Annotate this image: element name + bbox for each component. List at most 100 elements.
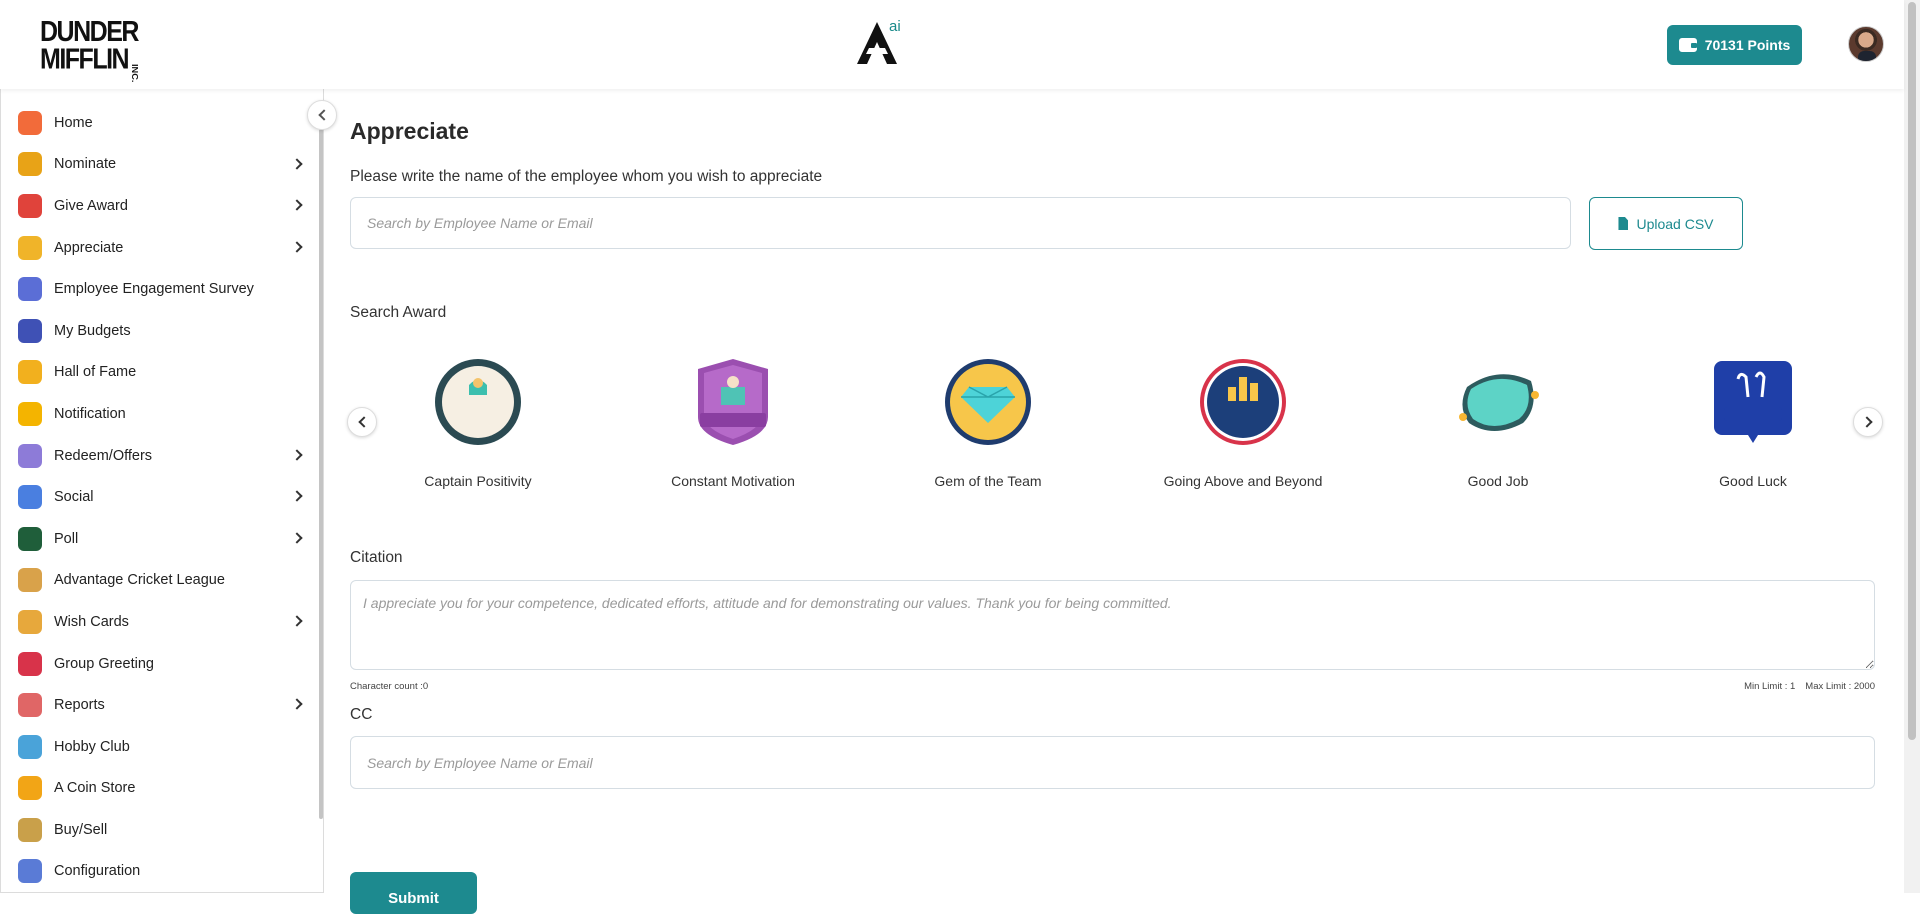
chevron-right-icon bbox=[291, 449, 303, 461]
chevron-right-icon bbox=[291, 698, 303, 710]
envelope-icon bbox=[18, 651, 42, 676]
award-name: Good Luck bbox=[1719, 473, 1787, 489]
award-name: Captain Positivity bbox=[424, 473, 532, 489]
wallet-icon bbox=[18, 318, 42, 343]
brand-ai-text: ai bbox=[889, 18, 901, 35]
award-constant-motivation[interactable]: Constant Motivation bbox=[633, 357, 833, 489]
points-label: 70131 Points bbox=[1704, 37, 1791, 53]
citation-limits: Min Limit : 1 Max Limit : 2000 bbox=[1744, 681, 1875, 692]
sidebar-item-employee-engagement-survey[interactable]: Employee Engagement Survey bbox=[1, 268, 321, 310]
upload-csv-button[interactable]: Upload CSV bbox=[1589, 197, 1743, 250]
sidebar-item-label: My Budgets bbox=[54, 322, 131, 339]
award-carousel: Captain Positivity Constant Motivation G… bbox=[347, 357, 1883, 507]
sidebar-item-reports[interactable]: Reports bbox=[1, 684, 321, 726]
sidebar-item-label: Appreciate bbox=[54, 239, 124, 256]
gem-badge-icon bbox=[945, 359, 1031, 445]
award-name: Going Above and Beyond bbox=[1163, 473, 1323, 489]
award-name: Constant Motivation bbox=[671, 473, 795, 489]
config-icon bbox=[18, 859, 42, 884]
sidebar-item-hall-of-fame[interactable]: Hall of Fame bbox=[1, 352, 321, 394]
top-bar: DUNDER MIFFLIN INC. ai 70131 Points bbox=[0, 0, 1904, 89]
carousel-next-button[interactable] bbox=[1853, 407, 1883, 437]
character-count: Character count :0 bbox=[350, 681, 429, 692]
chevron-left-icon bbox=[317, 109, 330, 121]
main-content: Appreciate Please write the name of the … bbox=[347, 89, 1883, 914]
file-icon bbox=[1618, 217, 1629, 230]
sidebar-scrollbar[interactable] bbox=[319, 129, 323, 819]
sidebar-item-advantage-cricket-league[interactable]: Advantage Cricket League bbox=[1, 560, 321, 602]
page-scrollbar-thumb[interactable] bbox=[1908, 2, 1916, 740]
company-logo[interactable]: DUNDER MIFFLIN INC. bbox=[40, 17, 139, 82]
sidebar-item-label: Group Greeting bbox=[54, 655, 154, 672]
sidebar-item-label: Give Award bbox=[54, 197, 128, 214]
carousel-prev-button[interactable] bbox=[347, 407, 377, 437]
page-scrollbar[interactable] bbox=[1904, 0, 1920, 893]
sidebar-item-notification[interactable]: Notification bbox=[1, 393, 321, 435]
citation-textarea[interactable] bbox=[350, 580, 1875, 670]
sidebar-item-nominate[interactable]: Nominate bbox=[1, 144, 321, 186]
collapse-sidebar-button[interactable] bbox=[307, 100, 337, 130]
sidebar-item-label: Social bbox=[54, 489, 94, 506]
award-good-luck[interactable]: Good Luck bbox=[1653, 357, 1853, 489]
sidebar-item-label: Buy/Sell bbox=[54, 821, 108, 838]
submit-button[interactable]: Submit bbox=[350, 872, 477, 914]
sidebar-item-redeem-offers[interactable]: Redeem/Offers bbox=[1, 435, 321, 477]
sidebar-item-hobby-club[interactable]: Hobby Club bbox=[1, 726, 321, 768]
sidebar-item-configuration[interactable]: Configuration bbox=[1, 851, 321, 892]
points-button[interactable]: 70131 Points bbox=[1667, 25, 1802, 65]
page-title: Appreciate bbox=[350, 118, 469, 144]
constant-motivation-badge-icon bbox=[698, 359, 768, 445]
award-going-above-and-beyond[interactable]: Going Above and Beyond bbox=[1143, 357, 1343, 489]
award-good-job[interactable]: Good Job bbox=[1398, 357, 1598, 489]
sidebar-item-social[interactable]: Social bbox=[1, 476, 321, 518]
above-beyond-badge-icon bbox=[1200, 359, 1286, 445]
sidebar-item-label: Notification bbox=[54, 405, 126, 422]
sidebar-item-appreciate[interactable]: Appreciate bbox=[1, 227, 321, 269]
sidebar-item-give-award[interactable]: Give Award bbox=[1, 185, 321, 227]
award-gem-of-the-team[interactable]: Gem of the Team bbox=[888, 357, 1088, 489]
sidebar-item-label: Home bbox=[54, 114, 93, 131]
sidebar-item-wish-cards[interactable]: Wish Cards bbox=[1, 601, 321, 643]
sidebar-item-label: Reports bbox=[54, 697, 105, 714]
upload-csv-label: Upload CSV bbox=[1636, 215, 1714, 232]
good-job-badge-icon bbox=[1459, 374, 1539, 431]
avatar[interactable] bbox=[1848, 26, 1884, 62]
chevron-right-icon bbox=[291, 490, 303, 503]
medal-icon bbox=[18, 235, 42, 260]
brand-logo: ai bbox=[855, 18, 905, 70]
sidebar-item-label: Hobby Club bbox=[54, 738, 130, 755]
poll-icon bbox=[18, 526, 42, 551]
good-luck-badge-icon bbox=[1714, 361, 1792, 443]
sidebar-item-label: Redeem/Offers bbox=[54, 447, 153, 464]
sidebar-item-label: Poll bbox=[54, 530, 79, 547]
employee-prompt: Please write the name of the employee wh… bbox=[350, 168, 823, 185]
bell-icon bbox=[18, 401, 42, 426]
sidebar-item-label: Advantage Cricket League bbox=[54, 572, 225, 589]
captain-positivity-badge-icon bbox=[435, 359, 521, 445]
sidebar-item-poll[interactable]: Poll bbox=[1, 518, 321, 560]
sidebar-item-home[interactable]: Home bbox=[1, 102, 321, 144]
sidebar-item-buy-sell[interactable]: Buy/Sell bbox=[1, 809, 321, 851]
search-award-label: Search Award bbox=[350, 304, 447, 321]
employee-search-input[interactable] bbox=[350, 197, 1571, 249]
sidebar-item-label: Nominate bbox=[54, 156, 117, 173]
crown-icon bbox=[18, 360, 42, 385]
min-limit: Min Limit : 1 bbox=[1744, 681, 1796, 692]
survey-icon bbox=[18, 277, 42, 302]
sidebar-nav: Home Nominate Give Award Appreciate Employee… bbox=[1, 102, 321, 892]
chevron-right-icon bbox=[291, 157, 303, 170]
sidebar-item-my-budgets[interactable]: My Budgets bbox=[1, 310, 321, 352]
chevron-right-icon bbox=[1860, 416, 1873, 428]
sidebar-item-label: Wish Cards bbox=[54, 613, 129, 630]
gift-icon bbox=[18, 193, 42, 218]
sidebar-item-a-coin-store[interactable]: A Coin Store bbox=[1, 768, 321, 810]
party-icon bbox=[18, 609, 42, 634]
sidebar-item-group-greeting[interactable]: Group Greeting bbox=[1, 643, 321, 685]
max-limit: Max Limit : 2000 bbox=[1805, 681, 1875, 692]
chevron-left-icon bbox=[357, 416, 370, 428]
award-name: Gem of the Team bbox=[934, 473, 1042, 489]
cc-label: CC bbox=[350, 706, 373, 723]
trophy-icon bbox=[18, 152, 42, 177]
cc-search-input[interactable] bbox=[350, 736, 1875, 789]
award-captain-positivity[interactable]: Captain Positivity bbox=[378, 357, 578, 489]
